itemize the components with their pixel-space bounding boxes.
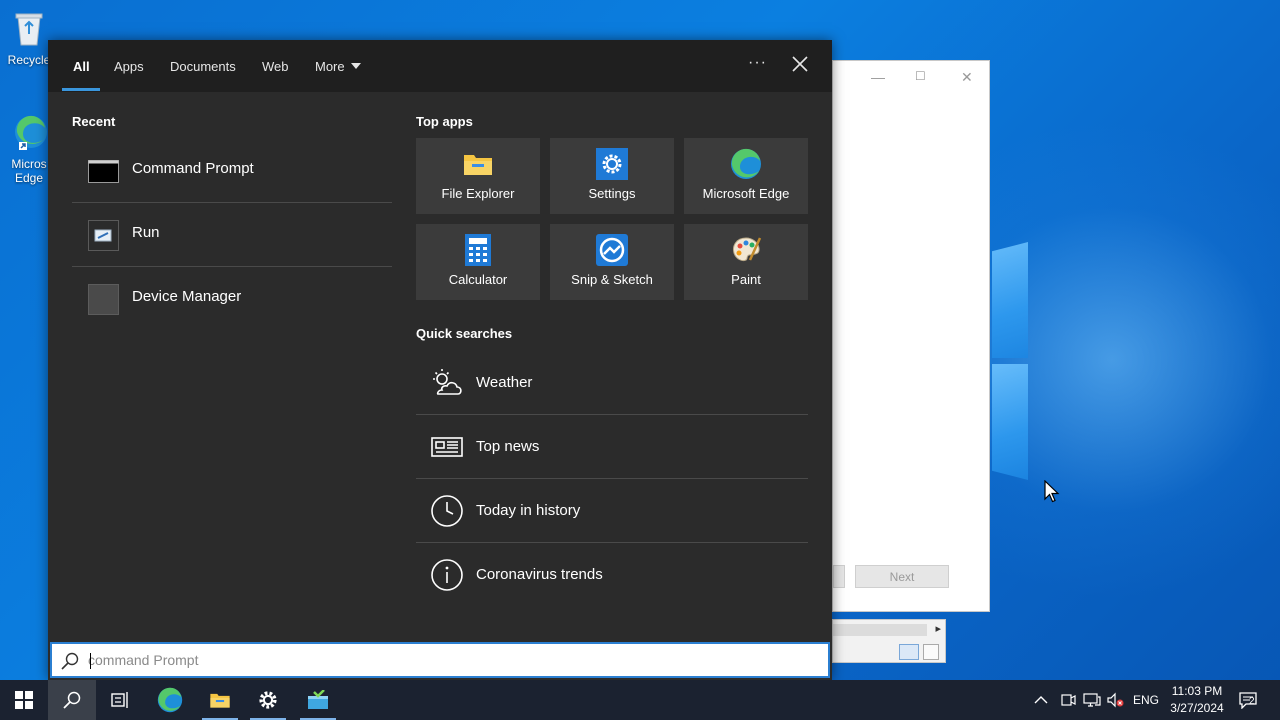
taskbar-search-button[interactable]: [48, 680, 96, 720]
tray-volume[interactable]: [1106, 680, 1124, 720]
file-explorer-icon: [210, 693, 230, 708]
tab-documents[interactable]: Documents: [170, 40, 236, 92]
news-icon: [431, 437, 463, 457]
scroll-right-arrow-icon[interactable]: ▸: [935, 622, 941, 635]
more-options-ellipsis-icon[interactable]: ···: [748, 54, 767, 72]
quick-search-top-news[interactable]: Top news: [416, 414, 808, 478]
device-manager-icon: [88, 284, 119, 315]
top-apps-heading: Top apps: [416, 114, 473, 129]
horizontal-scrollbar[interactable]: [833, 624, 927, 636]
tab-all[interactable]: All: [73, 40, 90, 92]
start-button[interactable]: [0, 680, 48, 720]
top-app-calculator[interactable]: Calculator: [416, 224, 540, 300]
minimize-icon[interactable]: —: [871, 69, 885, 85]
clock-time: 11:03 PM: [1171, 684, 1223, 698]
back-button[interactable]: [833, 565, 845, 588]
file-explorer-icon: [464, 155, 492, 175]
edge-icon: [157, 687, 183, 713]
search-box[interactable]: [50, 642, 830, 678]
network-icon: [1083, 693, 1101, 707]
search-icon: [61, 652, 79, 670]
run-icon: [88, 220, 119, 251]
taskbar: ENG 11:03 PM 3/27/2024: [0, 680, 1280, 720]
weather-icon: [433, 369, 462, 395]
background-wizard-window: — ☐ ✕ Next: [832, 60, 990, 612]
clock-icon: [431, 495, 463, 527]
edge-icon: [731, 148, 761, 179]
taskbar-app-installer[interactable]: [294, 680, 342, 720]
clock-date: 3/27/2024: [1170, 701, 1224, 715]
chevron-down-icon: [350, 63, 361, 69]
maximize-icon[interactable]: ☐: [915, 69, 926, 83]
windows-start-icon: [15, 691, 33, 709]
text-caret: [90, 653, 91, 669]
recycle-bin-icon: [15, 13, 43, 46]
active-tab-indicator: [62, 88, 100, 91]
notification-count-badge: 2: [1249, 696, 1255, 707]
calculator-icon: [465, 234, 491, 266]
edge-icon: [15, 115, 47, 150]
task-view-icon: [111, 692, 128, 708]
quick-search-weather[interactable]: Weather: [416, 350, 808, 414]
search-icon: [63, 691, 81, 709]
snip-sketch-icon: [596, 234, 628, 266]
next-button[interactable]: Next: [855, 565, 949, 588]
top-app-paint[interactable]: Paint: [684, 224, 808, 300]
top-app-microsoft-edge[interactable]: Microsoft Edge: [684, 138, 808, 214]
search-scope-tabs-bar: All Apps Documents Web More ···: [48, 40, 832, 92]
search-input[interactable]: [88, 648, 788, 672]
quick-search-coronavirus-trends[interactable]: Coronavirus trends: [416, 542, 808, 606]
recent-heading: Recent: [72, 114, 116, 129]
show-hidden-icons-button[interactable]: [1034, 680, 1048, 720]
taskbar-settings[interactable]: [244, 680, 292, 720]
input-language-indicator[interactable]: ENG: [1133, 680, 1159, 720]
command-prompt-icon: [88, 160, 119, 183]
large-icons-view-icon[interactable]: [923, 644, 939, 660]
settings-gear-icon: [596, 148, 628, 180]
tab-web[interactable]: Web: [262, 40, 289, 92]
device-icon: [1061, 694, 1076, 706]
wallpaper-windows-logo-pane: [992, 242, 1028, 358]
tab-apps[interactable]: Apps: [114, 40, 144, 92]
tray-meet-now[interactable]: [1060, 680, 1076, 720]
tray-network[interactable]: [1083, 680, 1101, 720]
taskbar-file-explorer[interactable]: [196, 680, 244, 720]
chevron-up-icon: [1034, 696, 1048, 704]
task-view-button[interactable]: [96, 680, 144, 720]
quick-search-today-in-history[interactable]: Today in history: [416, 478, 808, 542]
top-app-snip-sketch[interactable]: Snip & Sketch: [550, 224, 674, 300]
volume-muted-icon: [1107, 692, 1124, 708]
windows-search-panel: All Apps Documents Web More ··· Recent C…: [48, 40, 832, 680]
settings-gear-icon: [259, 691, 277, 709]
installer-icon: [308, 690, 328, 709]
taskbar-clock[interactable]: 11:03 PM 3/27/2024: [1162, 683, 1232, 717]
mouse-pointer-icon: [1044, 480, 1060, 503]
top-app-file-explorer[interactable]: File Explorer: [416, 138, 540, 214]
recent-item-device-manager[interactable]: Device Manager: [72, 266, 392, 330]
taskbar-edge[interactable]: [146, 680, 194, 720]
tab-more[interactable]: More: [315, 40, 361, 92]
recent-item-run[interactable]: Run: [72, 202, 392, 266]
background-explorer-strip: ▸: [832, 619, 946, 663]
top-app-settings[interactable]: Settings: [550, 138, 674, 214]
close-icon[interactable]: ✕: [961, 69, 973, 86]
close-icon[interactable]: [790, 54, 810, 74]
details-view-icon[interactable]: [899, 644, 919, 660]
recent-item-command-prompt[interactable]: Command Prompt: [72, 138, 392, 202]
wallpaper-windows-logo-pane: [992, 364, 1028, 480]
info-icon: [431, 559, 463, 591]
paint-palette-icon: [733, 237, 762, 262]
quick-searches-heading: Quick searches: [416, 326, 513, 341]
